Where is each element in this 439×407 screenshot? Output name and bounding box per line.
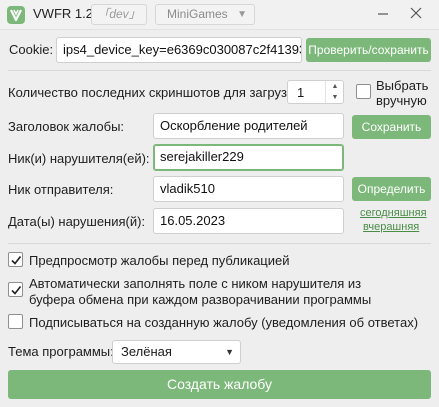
subscribe-label: Подписываться на созданную жалобу (уведо… — [29, 315, 419, 330]
date-label: Дата(ы) нарушения(й): — [8, 214, 146, 229]
autofill-label-line2: буфера обмена при каждом разворачивании … — [29, 292, 372, 307]
screenshots-label: Количество последних скриншотов для загр… — [8, 85, 304, 100]
manual-select-label-line2: вручную — [376, 93, 427, 108]
title-bar: VWFR 1.2.1 「dev」 MiniGames ▼ — [0, 0, 439, 30]
date-input[interactable]: 16.05.2023 — [153, 208, 344, 234]
stepper-arrows: ▲ ▼ — [325, 81, 343, 103]
cookie-label: Cookie: — [9, 42, 54, 57]
dev-badge: 「dev」 — [91, 4, 147, 25]
theme-select[interactable]: Зелёная ▼ — [112, 340, 241, 364]
theme-select-value: Зелёная — [121, 344, 172, 359]
complaint-title-input[interactable]: Оскорбление родителей — [153, 113, 344, 139]
violator-label: Ник(и) нарушителя(ей): — [8, 151, 150, 166]
preview-label: Предпросмотр жалобы перед публикацией — [29, 253, 290, 268]
check-save-button[interactable]: Проверить/сохранить — [306, 38, 431, 62]
autofill-label-line1: Автоматически заполнять поле с ником нар… — [29, 276, 362, 291]
detect-button[interactable]: Определить — [352, 177, 431, 201]
yesterday-link[interactable]: вчерашняя — [363, 221, 419, 233]
mode-select[interactable]: MiniGames ▼ — [155, 4, 255, 25]
separator — [8, 70, 431, 71]
chevron-down-icon: ▼ — [237, 9, 247, 20]
subscribe-checkbox[interactable] — [8, 314, 23, 329]
stepper-down-icon[interactable]: ▼ — [326, 92, 344, 103]
preview-checkbox[interactable] — [8, 252, 23, 267]
manual-select-label-line1: Выбрать — [376, 78, 429, 93]
screenshots-count-stepper[interactable]: 1 ▲ ▼ — [287, 80, 344, 104]
complaint-title-label: Заголовок жалобы: — [8, 119, 125, 134]
save-button[interactable]: Сохранить — [352, 115, 431, 139]
manual-select-checkbox[interactable] — [356, 84, 371, 99]
minimize-icon[interactable] — [373, 5, 393, 25]
sender-label: Ник отправителя: — [8, 182, 114, 197]
sender-input[interactable]: vladik510 — [153, 176, 344, 202]
separator — [8, 243, 431, 244]
mode-select-value: MiniGames — [167, 7, 228, 21]
manual-select-label: Выбрать вручную — [376, 78, 428, 108]
create-complaint-button[interactable]: Создать жалобу — [8, 370, 431, 399]
today-link[interactable]: сегодняшняя — [360, 207, 427, 219]
cookie-input[interactable]: ips4_device_key=e6369c030087c2f41393cb — [56, 37, 302, 63]
theme-label: Тема программы: — [8, 344, 114, 359]
screenshots-count-value: 1 — [297, 85, 305, 100]
violator-input[interactable]: serejakiller229 — [153, 144, 344, 171]
autofill-checkbox[interactable] — [8, 282, 23, 297]
close-icon[interactable] — [406, 5, 426, 25]
app-logo-icon — [7, 6, 25, 24]
chevron-down-icon: ▼ — [225, 347, 234, 357]
stepper-up-icon[interactable]: ▲ — [326, 81, 344, 92]
